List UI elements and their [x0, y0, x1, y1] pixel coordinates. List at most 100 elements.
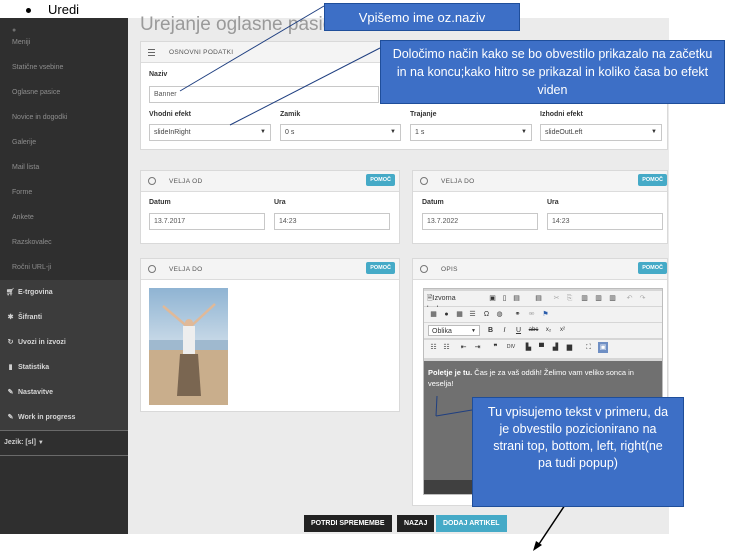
bullet-dot-icon	[26, 8, 31, 14]
table-icon[interactable]: ▦	[455, 309, 464, 320]
editor-bold-text: Poletje je tu.	[428, 368, 473, 377]
unlink-icon[interactable]: ⚮	[527, 309, 536, 320]
bullet-text: Uredi	[48, 2, 80, 17]
underline-button[interactable]: U	[514, 325, 523, 336]
sidebar-item-sifranti[interactable]: ✱ Šifranti	[0, 305, 128, 330]
sidebar-item-etrgovina[interactable]: 🛒︎ E-trgovina	[0, 280, 128, 305]
sidebar-item-nastavitve[interactable]: ✎ Nastavitve	[0, 380, 128, 405]
sidebar-item-work[interactable]: ✎ Work in progress	[0, 405, 128, 430]
sidebar-item-galerije[interactable]: Galerije	[0, 130, 128, 155]
select-value: slideOutLeft	[545, 129, 583, 136]
align-right-icon[interactable]: ▟	[551, 342, 560, 353]
sidebar-label: Uvozi in izvozi	[18, 339, 66, 346]
hline-icon[interactable]: ☰	[468, 309, 477, 320]
sidebar: ● Meniji Statične vsebine Oglasne pasice…	[0, 18, 128, 534]
exit-effect-select[interactable]: slideOutLeft ▼	[540, 124, 662, 141]
entry-effect-select[interactable]: slideInRight ▼	[149, 124, 271, 141]
help-button[interactable]: POMOČ	[366, 174, 395, 186]
sidebar-item-novice[interactable]: Novice in dogodki	[0, 105, 128, 130]
sidebar-item-mail[interactable]: Mail lista	[0, 155, 128, 180]
undo-icon[interactable]: ↶	[625, 293, 634, 304]
delay-label: Zamik	[280, 111, 301, 118]
maximize-icon[interactable]: ⛶	[584, 342, 593, 353]
copy-icon[interactable]: ⎘	[565, 293, 574, 304]
page-title: Urejanje oglasne pasice	[140, 14, 343, 35]
image-icon[interactable]: ▦	[429, 309, 438, 320]
justify-icon[interactable]: ▆	[565, 342, 574, 353]
bullet-list-icon[interactable]: ☷	[442, 342, 451, 353]
screenshot-root: Uredi ● Meniji Statične vsebine Oglasne …	[0, 0, 735, 555]
flash-icon[interactable]: ●	[442, 309, 451, 320]
back-button[interactable]: NAZAJ	[397, 515, 435, 532]
wrench-icon: ✎	[7, 414, 14, 421]
align-left-icon[interactable]: ▙	[524, 342, 533, 353]
superscript-button[interactable]: x²	[558, 325, 567, 336]
duration-select[interactable]: 1 s ▼	[410, 124, 532, 141]
language-select[interactable]: Jezik: [sl] ▼	[0, 432, 128, 454]
outdent-icon[interactable]: ⇤	[459, 342, 468, 353]
delay-select[interactable]: 0 s ▼	[280, 124, 401, 141]
sidebar-item-razskovalec[interactable]: Razskovalec	[0, 230, 128, 255]
paste-icon[interactable]: ▥	[580, 293, 589, 304]
sidebar-item-meniji[interactable]: Meniji	[0, 30, 128, 55]
date-label: Datum	[149, 199, 171, 206]
add-article-button[interactable]: DODAJ ARTIKEL	[436, 515, 507, 532]
time-from-input[interactable]: 14:23	[274, 213, 390, 230]
time-label: Ura	[547, 199, 559, 206]
template-icon[interactable]: ▤	[534, 293, 543, 304]
strike-button[interactable]: abc	[528, 325, 539, 336]
save-icon[interactable]: ▣	[488, 293, 497, 304]
special-char-icon[interactable]: Ω	[482, 309, 491, 320]
caret-down-icon: ▼	[471, 328, 476, 334]
sidebar-item-statistika[interactable]: ▮ Statistika	[0, 355, 128, 380]
subscript-button[interactable]: x₂	[544, 325, 553, 336]
cut-icon[interactable]: ✂	[552, 293, 561, 304]
sidebar-item-uvozi[interactable]: ↻ Uvozi in izvozi	[0, 330, 128, 355]
date-from-input[interactable]: 13.7.2017	[149, 213, 265, 230]
editor-toolbar-row-3: Oblika ▼ B I U abc x₂ x²	[424, 323, 662, 338]
panel-title: VELJA DO	[441, 178, 475, 185]
name-label: Naziv	[149, 71, 168, 78]
date-to-input[interactable]: 13.7.2022	[422, 213, 538, 230]
iframe-icon[interactable]: ◍	[495, 309, 504, 320]
clock-icon	[148, 177, 156, 185]
align-center-icon[interactable]: ▀	[537, 342, 546, 353]
sidebar-item-forme[interactable]: Forme	[0, 180, 128, 205]
numbered-list-icon[interactable]: ☷	[429, 342, 438, 353]
time-to-input[interactable]: 14:23	[547, 213, 663, 230]
select-value: 1 s	[415, 129, 425, 136]
paste-word-icon[interactable]: ▥	[608, 293, 617, 304]
panel-title: VELJA OD	[169, 178, 203, 185]
confirm-changes-button[interactable]: POTRDI SPREMEMBE	[304, 515, 392, 532]
show-blocks-icon[interactable]: ▣	[598, 342, 608, 353]
text-callout: Tu vpisujemo tekst v primeru, da je obve…	[472, 397, 684, 507]
refresh-icon: ↻	[7, 339, 14, 346]
panel-header: VELJA DO POMOČ	[413, 171, 667, 192]
bold-button[interactable]: B	[486, 325, 495, 336]
sidebar-item-oglasne[interactable]: Oglasne pasice	[0, 80, 128, 105]
name-input[interactable]: Banner	[149, 86, 379, 103]
div-icon[interactable]: DIV	[505, 342, 517, 353]
italic-button[interactable]: I	[500, 325, 509, 336]
preview-icon[interactable]: ▤	[512, 293, 521, 304]
anchor-flag-icon[interactable]: ⚑	[541, 309, 550, 320]
paste-text-icon[interactable]: ▥	[594, 293, 603, 304]
indent-icon[interactable]: ⇥	[473, 342, 482, 353]
sidebar-label: E-trgovina	[18, 289, 53, 296]
sidebar-item-url[interactable]: Ročni URL-ji	[0, 255, 128, 280]
help-button[interactable]: POMOČ	[366, 262, 395, 274]
time-label: Ura	[274, 199, 286, 206]
sidebar-item-ankete[interactable]: Ankete	[0, 205, 128, 230]
sidebar-item-staticne[interactable]: Statične vsebine	[0, 55, 128, 80]
format-select[interactable]: Oblika ▼	[428, 325, 480, 336]
duration-label: Trajanje	[410, 111, 437, 118]
new-page-icon[interactable]: ▯	[500, 293, 509, 304]
help-button[interactable]: POMOČ	[638, 262, 667, 274]
redo-icon[interactable]: ↷	[638, 293, 647, 304]
link-icon[interactable]: ⚭	[513, 309, 522, 320]
blockquote-icon[interactable]: ❞	[491, 342, 500, 353]
caret-down-icon: ▼	[37, 440, 44, 446]
help-button[interactable]: POMOČ	[638, 174, 667, 186]
clock-icon	[420, 177, 428, 185]
source-code-button[interactable]: 🗎Izvorna koda	[427, 293, 471, 313]
